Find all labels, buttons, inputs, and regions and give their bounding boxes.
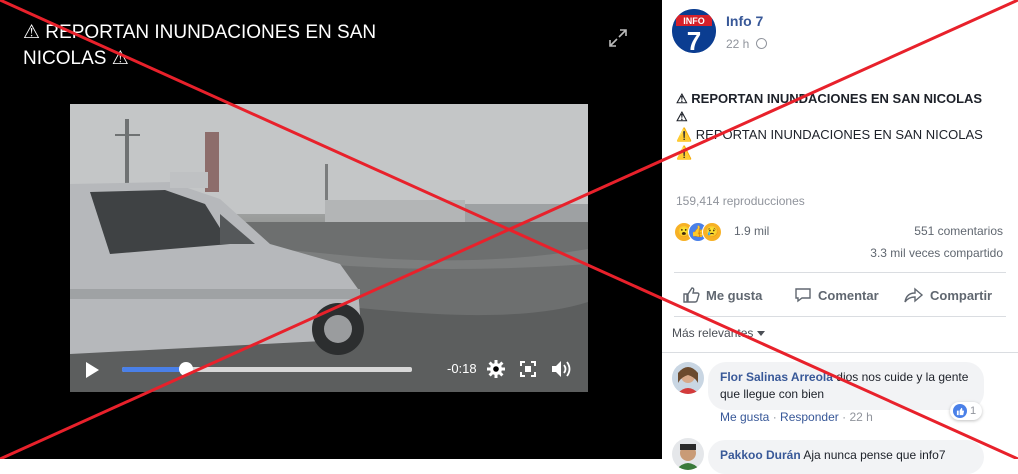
sort-label: Más relevantes [672, 326, 754, 340]
commenter-avatar[interactable] [672, 362, 704, 394]
fullscreen-icon[interactable] [520, 361, 536, 377]
post-body: ⚠️ REPORTAN INUNDACIONES EN SAN NICOLAS … [676, 127, 983, 160]
svg-text:7: 7 [687, 26, 701, 53]
remaining-time: -0:18 [447, 361, 477, 376]
comment-bubble: Flor Salinas Arreola dios nos cuide y la… [708, 362, 984, 410]
comment-bubble: Pakkoo Durán Aja nunca pense que info7 [708, 440, 984, 474]
progress-fill [122, 367, 186, 372]
divider [674, 272, 1006, 273]
page-name[interactable]: Info 7 [726, 13, 763, 29]
settings-gear-icon[interactable] [486, 359, 506, 379]
comment-likes-badge[interactable]: 1 [950, 402, 983, 420]
post-timestamp[interactable]: 22 h [726, 37, 767, 51]
reaction-count: 1.9 mil [734, 224, 770, 238]
comment-label: Comentar [818, 287, 879, 303]
thumbs-up-icon [683, 287, 700, 303]
sad-reaction-icon: 😢 [702, 222, 722, 242]
comment-count[interactable]: 551 comentarios [914, 224, 1003, 238]
video-player[interactable]: ⚠ REPORTAN INUNDACIONES EN SAN NICOLAS ⚠ [0, 0, 662, 459]
share-button[interactable]: Compartir [904, 284, 992, 306]
comment-text: Aja nunca pense que info7 [803, 448, 946, 462]
share-count[interactable]: 3.3 mil veces compartido [870, 246, 1003, 260]
video-frame[interactable] [70, 104, 588, 392]
globe-icon [755, 38, 767, 49]
commenter-name[interactable]: Flor Salinas Arreola [720, 370, 833, 384]
avatar-image [672, 438, 704, 470]
play-icon[interactable] [84, 361, 100, 379]
post-time-text: 22 h [726, 37, 750, 51]
comment-button[interactable]: Comentar [794, 284, 879, 306]
avatar-image [672, 362, 704, 394]
comment-like-count: 1 [970, 405, 977, 417]
progress-bar[interactable] [122, 362, 412, 376]
share-arrow-icon [904, 287, 924, 303]
divider [674, 316, 1006, 317]
svg-text:INFO: INFO [683, 16, 705, 26]
comment-bubble-icon [795, 288, 811, 303]
comment-sort-dropdown[interactable]: Más relevantes [672, 326, 766, 340]
info7-logo-icon: INFO 7 [672, 9, 716, 53]
commenter-name[interactable]: Pakkoo Durán [720, 448, 801, 462]
comment-actions: Me gusta · Responder · 22 h [720, 410, 873, 424]
comment-reply-link[interactable]: Responder [780, 410, 839, 424]
share-label: Compartir [930, 287, 993, 303]
comment-like-link[interactable]: Me gusta [720, 410, 769, 424]
like-button[interactable]: Me gusta [682, 284, 762, 306]
view-count: 159,414 reproducciones [676, 194, 805, 208]
progress-handle[interactable] [178, 362, 193, 376]
like-reaction-icon [953, 404, 967, 418]
separator-dot: · [772, 410, 781, 424]
comment-time[interactable]: 22 h [849, 410, 872, 424]
video-scene [70, 104, 588, 392]
expand-icon[interactable] [607, 27, 629, 49]
post-title: ⚠ REPORTAN INUNDACIONES EN SAN NICOLAS ⚠ [676, 91, 983, 124]
post-sidebar: INFO 7 Info 7 22 h ⚠ REPORTAN INUNDACION… [662, 0, 1018, 474]
chevron-down-icon [757, 331, 766, 337]
volume-icon[interactable] [550, 359, 572, 379]
page-logo[interactable]: INFO 7 [672, 9, 716, 53]
divider [662, 352, 1018, 353]
video-title: ⚠ REPORTAN INUNDACIONES EN SAN NICOLAS ⚠ [23, 22, 377, 69]
commenter-avatar[interactable] [672, 438, 704, 470]
video-controls: -0:18 [70, 350, 588, 390]
like-label: Me gusta [706, 287, 763, 303]
